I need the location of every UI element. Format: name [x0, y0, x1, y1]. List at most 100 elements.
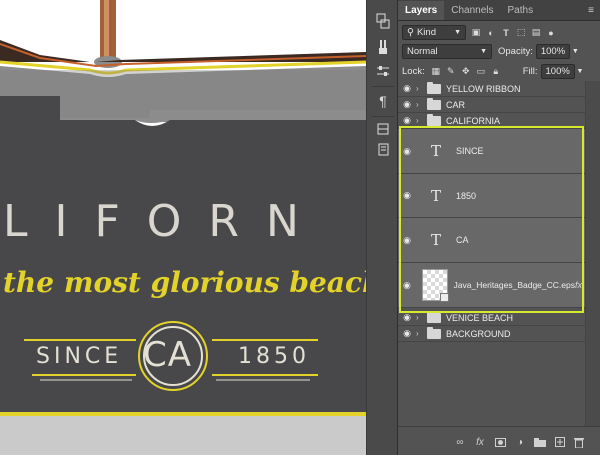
- text-layer-icon: T: [430, 231, 441, 249]
- lock-label: Lock:: [402, 66, 425, 77]
- california-title-text: LIFORN: [3, 196, 326, 247]
- layer-name: VENICE BEACH: [446, 312, 514, 323]
- fill-label: Fill:: [522, 66, 538, 77]
- tagline-text: the most glorious beach on th: [3, 266, 366, 299]
- layers-scrollbar[interactable]: [585, 81, 600, 426]
- layers-panel: Layers Channels Paths ≡ ⚲ Kind ▼ ▣ ◐ T ⬚…: [398, 0, 600, 455]
- layer-style-icon[interactable]: fx: [473, 435, 487, 449]
- search-icon: ⚲: [407, 27, 414, 38]
- blend-row: Normal ▼ Opacity: 100% ▼: [398, 44, 600, 59]
- tab-layers[interactable]: Layers: [398, 1, 445, 20]
- panel-dock-strip: ¶: [366, 0, 398, 455]
- eye-icon[interactable]: ◉: [398, 146, 416, 157]
- eye-icon[interactable]: ◉: [398, 190, 416, 201]
- blend-mode-label: Normal: [407, 46, 438, 57]
- layer-name: BACKGROUND: [446, 328, 511, 339]
- folder-icon: [427, 97, 441, 110]
- eye-icon[interactable]: ◉: [398, 312, 416, 323]
- folder-icon: [427, 113, 441, 126]
- fx-icon[interactable]: fx: [575, 280, 582, 290]
- lock-position-icon[interactable]: ✥: [460, 66, 472, 78]
- add-mask-icon[interactable]: [493, 435, 507, 449]
- eye-icon[interactable]: ◉: [398, 115, 416, 126]
- text-layer-icon: T: [430, 186, 441, 205]
- since-text: SINCE: [36, 344, 123, 369]
- arrange-icon[interactable]: [372, 10, 394, 32]
- layer-group-car[interactable]: ◉ › CAR: [398, 97, 585, 113]
- pixel-filter-icon[interactable]: ▣: [470, 27, 482, 39]
- lock-pixels-icon[interactable]: ✎: [445, 66, 457, 78]
- eye-icon[interactable]: ◉: [398, 235, 416, 246]
- chevron-down-icon: ▼: [480, 48, 487, 55]
- notes-icon[interactable]: [372, 138, 394, 160]
- lock-row: Lock: ▦ ✎ ✥ ▭ 🔒︎ Fill: 100% ▼: [398, 64, 600, 79]
- lock-artboard-icon[interactable]: ▭: [475, 66, 487, 78]
- ca-text: CA: [143, 335, 192, 375]
- layer-text-since[interactable]: ◉ T SINCE: [398, 129, 585, 174]
- layer-group-yellow-ribbon[interactable]: ◉ › YELLOW RIBBON: [398, 81, 585, 97]
- folder-icon: [427, 326, 441, 339]
- layer-text-ca[interactable]: ◉ T CA: [398, 218, 585, 263]
- filter-kind-label: Kind: [416, 27, 436, 38]
- eye-icon[interactable]: ◉: [398, 99, 416, 110]
- layer-smart-object-badge[interactable]: ◉ Java_Heritages_Badge_CC.eps fx: [398, 263, 585, 308]
- adjustments-icon[interactable]: [372, 60, 394, 82]
- chevron-right-icon[interactable]: ›: [416, 313, 425, 322]
- layer-text-1850[interactable]: ◉ T 1850: [398, 174, 585, 218]
- filter-toggle-icon[interactable]: ●: [545, 27, 557, 39]
- shape-filter-icon[interactable]: ⬚: [515, 27, 527, 39]
- layer-name: CAR: [446, 99, 466, 110]
- document-canvas[interactable]: LIFORN the most glorious beach on th SIN…: [0, 0, 366, 455]
- trash-icon[interactable]: [572, 435, 586, 449]
- brush-icon[interactable]: [372, 36, 394, 58]
- panel-tabs: Layers Channels Paths ≡: [398, 0, 600, 21]
- layer-name: YELLOW RIBBON: [446, 83, 521, 94]
- fill-dropdown-icon[interactable]: ▼: [577, 68, 584, 75]
- new-group-icon[interactable]: [533, 435, 547, 449]
- folder-icon: [427, 81, 441, 94]
- layer-name: CALIFORNIA: [446, 115, 501, 126]
- layer-group-venice-beach[interactable]: ◉ › VENICE BEACH: [398, 310, 585, 326]
- tool-divider: [372, 116, 394, 117]
- chevron-right-icon[interactable]: ›: [416, 329, 425, 338]
- layer-group-background[interactable]: ◉ › BACKGROUND: [398, 326, 585, 342]
- layer-name: 1850: [456, 190, 477, 201]
- folder-icon: [427, 310, 441, 323]
- type-filter-icon[interactable]: T: [500, 27, 512, 39]
- layers-list: ◉ › YELLOW RIBBON ◉ › CAR ◉ › CALIFORNIA…: [398, 81, 600, 426]
- link-layers-icon[interactable]: ∞: [453, 435, 467, 449]
- layers-footer: ∞ fx ◑: [398, 426, 600, 455]
- lock-all-icon[interactable]: 🔒︎: [490, 66, 502, 78]
- eye-icon[interactable]: ◉: [398, 328, 416, 339]
- panel-menu-icon[interactable]: ≡: [588, 1, 594, 20]
- eye-icon[interactable]: ◉: [398, 280, 416, 291]
- layer-name: CA: [456, 235, 469, 245]
- year-text: 1850: [238, 344, 310, 369]
- filter-kind-select[interactable]: ⚲ Kind ▼: [402, 25, 466, 40]
- layer-name: SINCE: [456, 146, 484, 156]
- text-layer-icon: T: [430, 142, 441, 160]
- lock-transparent-icon[interactable]: ▦: [430, 66, 442, 78]
- fill-input[interactable]: 100%: [540, 64, 575, 79]
- tab-paths[interactable]: Paths: [501, 1, 541, 20]
- opacity-dropdown-icon[interactable]: ▼: [572, 48, 579, 55]
- layer-comps-icon[interactable]: [372, 118, 394, 140]
- filter-row: ⚲ Kind ▼ ▣ ◐ T ⬚ ▤ ●: [398, 25, 600, 40]
- blend-mode-select[interactable]: Normal ▼: [402, 44, 492, 59]
- new-layer-icon[interactable]: [553, 435, 567, 449]
- smart-object-filter-icon[interactable]: ▤: [530, 27, 542, 39]
- layer-name: Java_Heritages_Badge_CC.eps: [453, 280, 575, 290]
- opacity-label: Opacity:: [498, 46, 533, 57]
- chevron-down-icon: ▼: [454, 29, 461, 36]
- chevron-right-icon[interactable]: ›: [416, 84, 425, 93]
- adjustment-filter-icon[interactable]: ◐: [485, 27, 497, 39]
- tab-channels[interactable]: Channels: [444, 1, 500, 20]
- opacity-input[interactable]: 100%: [535, 44, 570, 59]
- layer-group-california[interactable]: ◉ › CALIFORNIA: [398, 113, 585, 129]
- paragraph-icon[interactable]: ¶: [372, 90, 394, 112]
- adjustment-layer-icon[interactable]: ◑: [513, 435, 527, 449]
- eye-icon[interactable]: ◉: [398, 83, 416, 94]
- chevron-right-icon[interactable]: ›: [416, 116, 425, 125]
- layer-thumbnail: [421, 269, 449, 302]
- chevron-right-icon[interactable]: ›: [416, 100, 425, 109]
